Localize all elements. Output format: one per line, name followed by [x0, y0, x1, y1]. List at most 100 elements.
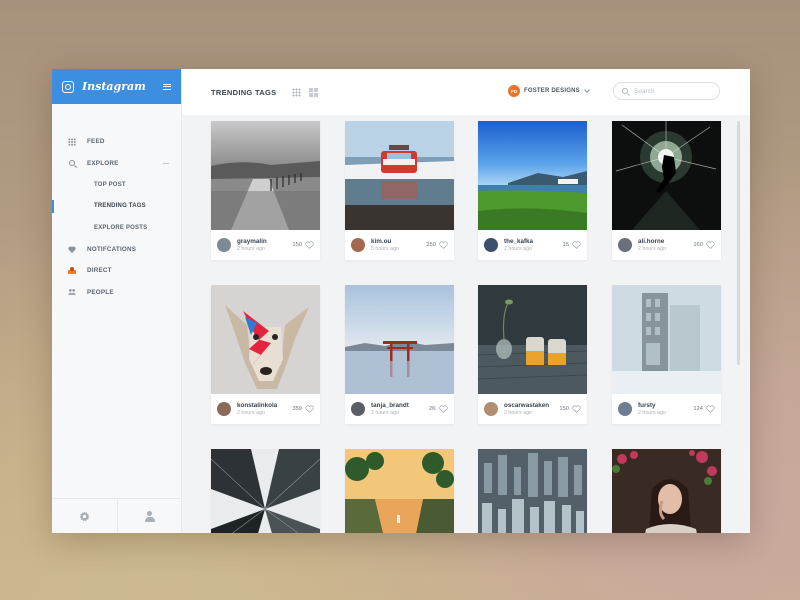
post-photo[interactable] — [345, 121, 454, 230]
post-photo[interactable] — [211, 449, 320, 533]
post-card[interactable]: the_kafka 2 hours ago 15 — [478, 121, 587, 260]
post-meta: fursty 2 hours ago 124 — [612, 394, 721, 424]
post-meta: the_kafka 2 hours ago 15 — [478, 230, 587, 260]
post-card[interactable] — [345, 449, 454, 533]
app-title: Instagram — [82, 80, 146, 93]
heart-icon[interactable] — [305, 241, 314, 249]
post-photo[interactable] — [211, 121, 320, 230]
collapse-icon[interactable] — [163, 162, 169, 164]
post-photo[interactable] — [612, 285, 721, 394]
sidebar-item-direct[interactable]: DIRECT — [52, 260, 181, 282]
instagram-logo-icon — [62, 80, 74, 93]
username[interactable]: kim.ou — [371, 238, 426, 245]
post-author: konstalinkola 2 hours ago — [237, 402, 292, 416]
username[interactable]: konstalinkola — [237, 402, 292, 409]
post-photo[interactable] — [345, 285, 454, 394]
people-icon — [68, 288, 76, 296]
username[interactable]: tanja_brandt — [371, 402, 429, 409]
chevron-down-icon — [583, 87, 590, 93]
sidebar-item-notifications[interactable]: NOTIFCATIONS — [52, 239, 181, 261]
post-time: 2 hours ago — [237, 410, 265, 416]
avatar[interactable] — [484, 238, 498, 252]
post-meta: konstalinkola 2 hours ago 359 — [211, 394, 320, 424]
sidebar-item-top-post[interactable]: TOP POST — [52, 174, 181, 196]
post-card[interactable]: tanja_brandt 2 hours ago 2K — [345, 285, 454, 424]
account-avatar: FD — [508, 85, 520, 97]
settings-button[interactable] — [52, 499, 117, 533]
grid-icon — [68, 137, 76, 146]
post-meta: graymalin 2 hours ago 150 — [211, 230, 320, 260]
sidebar-item-feed[interactable]: FEED — [52, 131, 181, 153]
post-card[interactable] — [478, 449, 587, 533]
account-switcher[interactable]: FD FOSTER DESIGNS — [508, 85, 590, 97]
heart-icon[interactable] — [706, 241, 715, 249]
post-card[interactable]: ali.horne 2 hours ago 160 — [612, 121, 721, 260]
post-card[interactable]: fursty 2 hours ago 124 — [612, 285, 721, 424]
avatar[interactable] — [351, 238, 365, 252]
gear-icon — [79, 510, 90, 521]
sidebar-item-people[interactable]: PEOPLE — [52, 282, 181, 304]
post-card[interactable]: konstalinkola 2 hours ago 359 — [211, 285, 320, 424]
heart-icon[interactable] — [706, 405, 715, 413]
post-card[interactable] — [612, 449, 721, 533]
post-meta: kim.ou 5 hours ago 250 — [345, 230, 454, 260]
heart-icon[interactable] — [572, 241, 581, 249]
avatar[interactable] — [217, 238, 231, 252]
post-photo[interactable] — [612, 449, 721, 533]
sidebar: Instagram FEED EXPLORE TOP POST TRENDING… — [52, 69, 182, 533]
sidebar-item-label: TRENDING TAGS — [94, 203, 146, 210]
username[interactable]: the_kafka — [504, 238, 563, 245]
sidebar-nav: FEED EXPLORE TOP POST TRENDING TAGS EXPL… — [52, 104, 181, 303]
username[interactable]: graymalin — [237, 238, 292, 245]
heart-icon[interactable] — [572, 405, 581, 413]
scrollbar[interactable] — [737, 121, 740, 365]
like-count: 15 — [562, 242, 569, 248]
avatar[interactable] — [217, 402, 231, 416]
sidebar-item-label: DIRECT — [87, 267, 112, 275]
post-time: 2 hours ago — [504, 410, 532, 416]
heart-icon[interactable] — [305, 405, 314, 413]
post-time: 2 hours ago — [371, 410, 399, 416]
search-box[interactable] — [613, 82, 720, 100]
post-card[interactable]: oscarwastaken 2 hours ago 150 — [478, 285, 587, 424]
sidebar-item-label: EXPLORE — [87, 159, 119, 167]
sidebar-item-explore-posts[interactable]: EXPLORE POSTS — [52, 217, 181, 239]
username[interactable]: ali.horne — [638, 238, 693, 245]
avatar[interactable] — [484, 402, 498, 416]
like-count: 150 — [292, 242, 302, 248]
heart-icon[interactable] — [439, 405, 448, 413]
post-card[interactable]: graymalin 2 hours ago 150 — [211, 121, 320, 260]
profile-settings-button[interactable] — [116, 499, 183, 533]
main-content: TRENDING TAGS FD FOSTER DESIGNS graymali… — [182, 69, 750, 533]
post-photo[interactable] — [211, 285, 320, 394]
avatar[interactable] — [351, 402, 365, 416]
post-photo[interactable] — [478, 121, 587, 230]
avatar[interactable] — [618, 402, 632, 416]
post-photo[interactable] — [478, 285, 587, 394]
post-photo[interactable] — [345, 449, 454, 533]
avatar[interactable] — [618, 238, 632, 252]
grid-view-large-button[interactable] — [309, 87, 319, 97]
sidebar-item-trending-tags[interactable]: TRENDING TAGS — [52, 196, 181, 218]
username[interactable]: oscarwastaken — [504, 402, 559, 409]
sidebar-item-explore[interactable]: EXPLORE — [52, 153, 181, 175]
username[interactable]: fursty — [638, 402, 693, 409]
sidebar-item-label: NOTIFCATIONS — [87, 245, 137, 253]
post-card[interactable] — [211, 449, 320, 533]
account-name: FOSTER DESIGNS — [524, 88, 580, 94]
search-input[interactable] — [634, 87, 714, 95]
heart-icon[interactable] — [439, 241, 448, 249]
post-time: 2 hours ago — [237, 246, 265, 252]
hamburger-menu-icon[interactable] — [163, 83, 171, 90]
like-count: 250 — [426, 242, 436, 248]
search-icon — [622, 88, 628, 94]
grid-view-small-button[interactable] — [292, 87, 302, 97]
post-author: kim.ou 5 hours ago — [371, 238, 426, 252]
post-photo[interactable] — [612, 121, 721, 230]
post-author: graymalin 2 hours ago — [237, 238, 292, 252]
post-photo[interactable] — [478, 449, 587, 533]
post-author: tanja_brandt 2 hours ago — [371, 402, 429, 416]
like-count: 359 — [292, 406, 302, 412]
post-card[interactable]: kim.ou 5 hours ago 250 — [345, 121, 454, 260]
direct-icon — [68, 267, 76, 275]
